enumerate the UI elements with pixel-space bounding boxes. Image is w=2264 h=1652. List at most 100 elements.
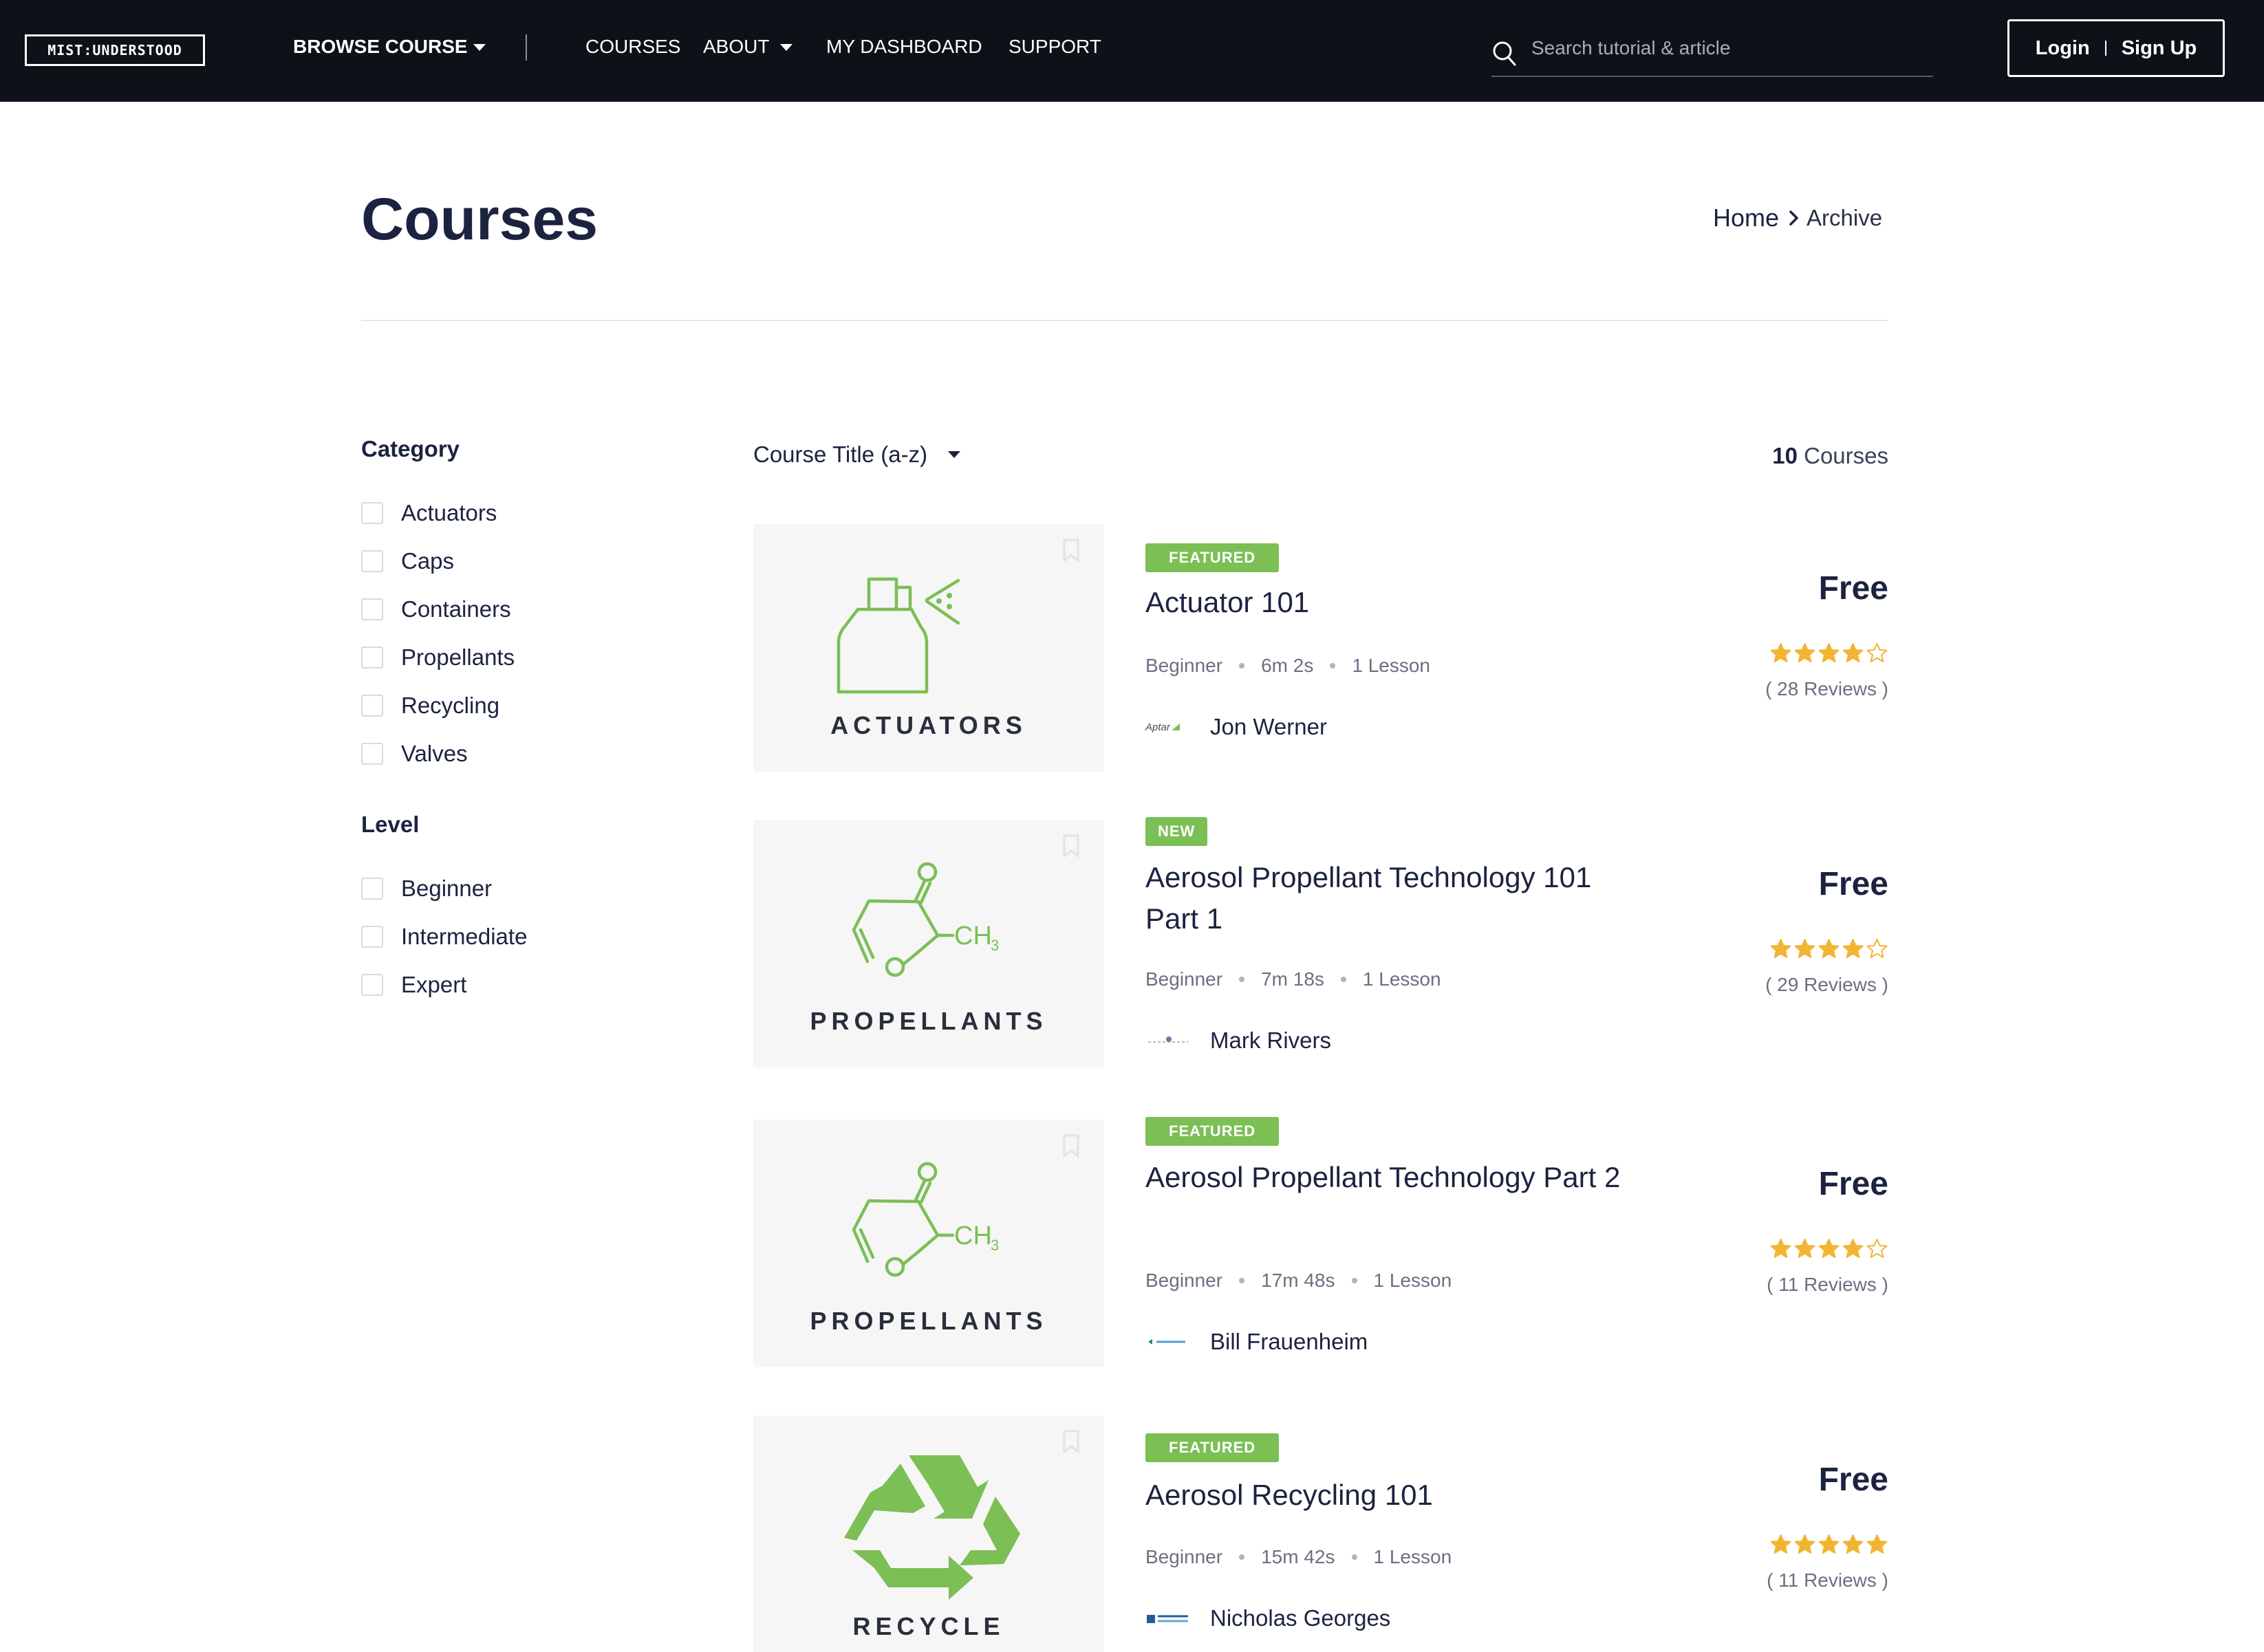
course-duration: 7m 18s (1261, 968, 1324, 990)
course-thumbnail[interactable]: ACTUATORS (753, 524, 1104, 772)
rating-stars (1768, 938, 1888, 959)
rating-stars (1768, 1534, 1888, 1554)
course-level: Beginner (1145, 1270, 1223, 1291)
course-thumbnail[interactable]: CH 3 PROPELLANTS (753, 820, 1104, 1067)
search-icon[interactable] (1491, 39, 1518, 69)
filter-label: Caps (401, 548, 455, 574)
course-meta: Beginner 6m 2s 1 Lesson (1145, 655, 1430, 677)
sign-up-button[interactable]: Sign Up (2122, 37, 2197, 60)
review-count: ( 11 Reviews ) (1767, 1274, 1888, 1295)
category-filter-valves[interactable]: Valves (361, 740, 468, 768)
author-name: Bill Frauenheim (1210, 1329, 1368, 1354)
checkbox[interactable] (361, 743, 383, 765)
category-filter-propellants[interactable]: Propellants (361, 644, 515, 671)
about-chevron-down-icon[interactable] (780, 44, 793, 51)
course-author[interactable]: Mark Rivers (1145, 1028, 1331, 1054)
course-title-link[interactable]: Aerosol Recycling 101 (1145, 1475, 1627, 1516)
site-logo[interactable]: MIST:UNDERSTOOD (25, 34, 205, 66)
course-level: Beginner (1145, 1546, 1223, 1567)
top-navigation-bar: MIST:UNDERSTOOD BROWSE COURSE COURSES AB… (0, 0, 2264, 102)
author-name: Mark Rivers (1210, 1028, 1332, 1053)
meta-separator (1239, 663, 1245, 669)
checkbox[interactable] (361, 598, 383, 620)
filter-label: Expert (401, 972, 467, 997)
filter-label: Containers (401, 596, 511, 622)
company-logo-icon (1148, 1036, 1188, 1043)
course-author[interactable]: Bill Frauenheim (1145, 1329, 1368, 1355)
level-filter-beginner[interactable]: Beginner (361, 875, 492, 902)
course-author[interactable]: Nicholas Georges (1145, 1605, 1390, 1631)
course-title-link[interactable]: Aerosol Propellant Technology 101 Part 1 (1145, 857, 1627, 939)
nav-link-my-dashboard[interactable]: MY DASHBOARD (826, 33, 982, 61)
svg-text:3: 3 (991, 1237, 999, 1254)
checkbox[interactable] (361, 926, 383, 948)
browse-course-chevron-down-icon[interactable] (473, 44, 486, 51)
star-filled-icon (1794, 643, 1815, 662)
course-lessons: 1 Lesson (1352, 655, 1430, 676)
aptar-mark-icon (1171, 724, 1180, 730)
bookmark-icon[interactable] (1061, 1133, 1081, 1158)
sort-dropdown-label: Course Title (a-z) (753, 442, 928, 467)
category-filter-containers[interactable]: Containers (361, 596, 511, 623)
star-filled-icon (1770, 939, 1791, 958)
star-filled-icon (1842, 643, 1864, 662)
course-meta: Beginner 7m 18s 1 Lesson (1145, 968, 1441, 990)
level-filter-expert[interactable]: Expert (361, 971, 466, 999)
browse-course-menu[interactable]: BROWSE COURSE (293, 33, 468, 61)
category-filter-caps[interactable]: Caps (361, 547, 454, 575)
search-input[interactable] (1531, 32, 1917, 65)
course-price: Free (1818, 570, 1888, 607)
category-filter-recycling[interactable]: Recycling (361, 692, 499, 719)
checkbox[interactable] (361, 878, 383, 900)
company-logo-icon (1148, 1339, 1185, 1345)
auth-divider (2104, 41, 2106, 56)
course-title-link[interactable]: Aerosol Propellant Technology Part 2 (1145, 1157, 1627, 1198)
checkbox[interactable] (361, 550, 383, 572)
checkbox[interactable] (361, 502, 383, 524)
course-thumbnail-label: RECYCLE (852, 1612, 1005, 1640)
course-meta: Beginner 15m 42s 1 Lesson (1145, 1546, 1452, 1568)
bookmark-icon[interactable] (1061, 1429, 1081, 1454)
breadcrumb: Home Archive (1713, 204, 1882, 232)
author-logo (1145, 1030, 1191, 1051)
sort-dropdown[interactable]: Course Title (a-z) (753, 442, 961, 468)
checkbox[interactable] (361, 695, 383, 717)
svg-text:3: 3 (991, 937, 999, 954)
checkbox[interactable] (361, 974, 383, 996)
meta-separator (1351, 1278, 1357, 1283)
level-filter-intermediate[interactable]: Intermediate (361, 923, 527, 950)
course-author[interactable]: Aptar Jon Werner (1145, 714, 1327, 740)
rating-stars (1768, 1238, 1888, 1259)
bookmark-icon[interactable] (1061, 834, 1081, 858)
checkbox[interactable] (361, 646, 383, 669)
breadcrumb-home-link[interactable]: Home (1713, 204, 1779, 232)
star-filled-icon (1770, 643, 1791, 662)
category-filter-actuators[interactable]: Actuators (361, 499, 497, 527)
review-count: ( 28 Reviews ) (1765, 678, 1888, 699)
star-filled-icon (1818, 1239, 1840, 1258)
course-price: Free (1818, 1461, 1888, 1498)
new-badge: NEW (1145, 817, 1208, 846)
login-button[interactable]: Login (2036, 37, 2090, 60)
chevron-right-icon (1789, 210, 1798, 226)
star-filled-icon (1770, 1534, 1791, 1554)
bookmark-icon[interactable] (1061, 538, 1081, 563)
course-thumbnail[interactable]: CH 3 PROPELLANTS (753, 1120, 1104, 1367)
course-thumbnail[interactable]: RECYCLE (753, 1415, 1104, 1652)
course-lessons: 1 Lesson (1362, 968, 1441, 990)
course-card: ACTUATORS FEATURED Actuator 101 Beginner… (753, 524, 1888, 772)
star-filled-icon (1770, 1239, 1791, 1258)
meta-separator (1239, 1554, 1245, 1560)
svg-text:CH: CH (954, 922, 992, 950)
meta-separator (1330, 663, 1336, 669)
nav-link-about[interactable]: ABOUT (703, 33, 769, 61)
nav-link-support[interactable]: SUPPORT (1009, 33, 1101, 61)
review-count: ( 29 Reviews ) (1765, 974, 1888, 995)
course-title-link[interactable]: Actuator 101 (1145, 582, 1627, 623)
site-logo-text: MIST:UNDERSTOOD (47, 42, 182, 58)
course-price: Free (1818, 866, 1888, 902)
star-outline-icon (1866, 643, 1888, 662)
category-filter-heading: Category (361, 436, 460, 461)
auth-button-group: Login Sign Up (2007, 19, 2225, 77)
nav-link-courses[interactable]: COURSES (585, 33, 680, 61)
